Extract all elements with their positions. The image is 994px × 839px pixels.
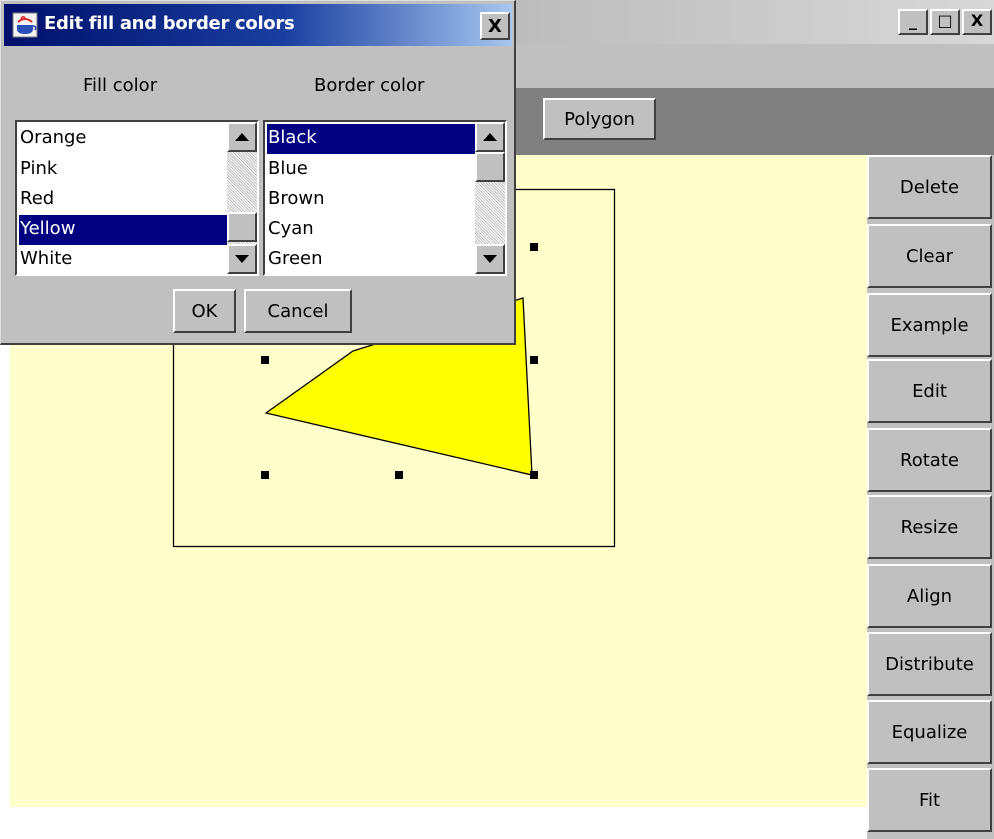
resize-button[interactable]: Resize bbox=[867, 495, 992, 559]
java-cup-icon bbox=[12, 12, 38, 38]
fill-color-label: Fill color bbox=[83, 75, 158, 96]
border-option-black[interactable]: Black bbox=[267, 124, 475, 154]
edit-colors-dialog: Edit fill and border colors X Fill color… bbox=[0, 0, 516, 345]
border-option-cyan[interactable]: Cyan bbox=[267, 215, 475, 245]
selection-handle bbox=[530, 243, 538, 251]
fit-button[interactable]: Fit bbox=[867, 768, 992, 832]
fill-option-white[interactable]: White bbox=[19, 245, 227, 274]
fill-option-orange[interactable]: Orange bbox=[19, 124, 227, 154]
delete-button[interactable]: Delete bbox=[867, 155, 992, 219]
cancel-button[interactable]: Cancel bbox=[244, 289, 352, 333]
polygon-button[interactable]: Polygon bbox=[543, 98, 656, 140]
distribute-button[interactable]: Distribute bbox=[867, 632, 992, 696]
edit-button[interactable]: Edit bbox=[867, 359, 992, 423]
dialog-close-button[interactable]: X bbox=[480, 12, 510, 40]
ok-button-label: OK bbox=[191, 300, 218, 322]
fill-color-list[interactable]: Orange Pink Red Yellow White bbox=[15, 120, 259, 276]
border-option-blue[interactable]: Blue bbox=[267, 155, 475, 185]
polygon-button-label: Polygon bbox=[564, 108, 635, 130]
border-option-green[interactable]: Green bbox=[267, 245, 475, 274]
fit-button-label: Fit bbox=[918, 789, 941, 811]
selection-handle bbox=[530, 356, 538, 364]
minimize-button[interactable]: _ bbox=[898, 9, 928, 35]
border-scroll-up-button[interactable] bbox=[475, 122, 505, 152]
fill-option-pink[interactable]: Pink bbox=[19, 155, 227, 185]
rotate-button-label: Rotate bbox=[900, 449, 959, 471]
equalize-button-label: Equalize bbox=[891, 721, 968, 743]
border-scroll-thumb[interactable] bbox=[475, 152, 505, 182]
align-button-label: Align bbox=[906, 585, 953, 607]
fill-scroll-up-button[interactable] bbox=[227, 122, 257, 152]
close-window-button[interactable]: X bbox=[962, 9, 992, 35]
delete-button-label: Delete bbox=[899, 176, 960, 198]
arrow-up-icon bbox=[483, 133, 497, 141]
border-scroll-down-button[interactable] bbox=[475, 244, 505, 274]
rotate-button[interactable]: Rotate bbox=[867, 428, 992, 492]
resize-button-label: Resize bbox=[900, 516, 959, 538]
fill-scroll-thumb[interactable] bbox=[227, 212, 257, 242]
clear-button-label: Clear bbox=[905, 245, 954, 267]
arrow-up-icon bbox=[235, 133, 249, 141]
selection-handle bbox=[261, 356, 269, 364]
dialog-title-bar[interactable]: Edit fill and border colors X bbox=[4, 4, 512, 46]
fill-option-red[interactable]: Red bbox=[19, 185, 227, 215]
example-button[interactable]: Example bbox=[867, 293, 992, 357]
equalize-button[interactable]: Equalize bbox=[867, 700, 992, 764]
selection-handle bbox=[261, 471, 269, 479]
side-button-panel: Delete Clear Example Edit Rotate Resize … bbox=[867, 155, 994, 839]
ok-button[interactable]: OK bbox=[173, 289, 236, 333]
arrow-down-icon bbox=[235, 255, 249, 263]
border-color-list[interactable]: Black Blue Brown Cyan Green bbox=[263, 120, 507, 276]
border-option-brown[interactable]: Brown bbox=[267, 185, 475, 215]
border-color-label: Border color bbox=[314, 75, 425, 96]
cancel-button-label: Cancel bbox=[267, 300, 329, 322]
close-icon: X bbox=[488, 15, 502, 37]
edit-button-label: Edit bbox=[912, 380, 947, 402]
clear-button[interactable]: Clear bbox=[867, 224, 992, 288]
distribute-button-label: Distribute bbox=[885, 653, 974, 675]
align-button[interactable]: Align bbox=[867, 564, 992, 628]
example-button-label: Example bbox=[890, 314, 969, 336]
fill-scroll-down-button[interactable] bbox=[227, 244, 257, 274]
selection-handle bbox=[395, 471, 403, 479]
selection-handle bbox=[530, 471, 538, 479]
dialog-title: Edit fill and border colors bbox=[44, 13, 295, 34]
arrow-down-icon bbox=[483, 255, 497, 263]
fill-option-yellow[interactable]: Yellow bbox=[19, 215, 227, 245]
maximize-button[interactable]: □ bbox=[930, 9, 960, 35]
